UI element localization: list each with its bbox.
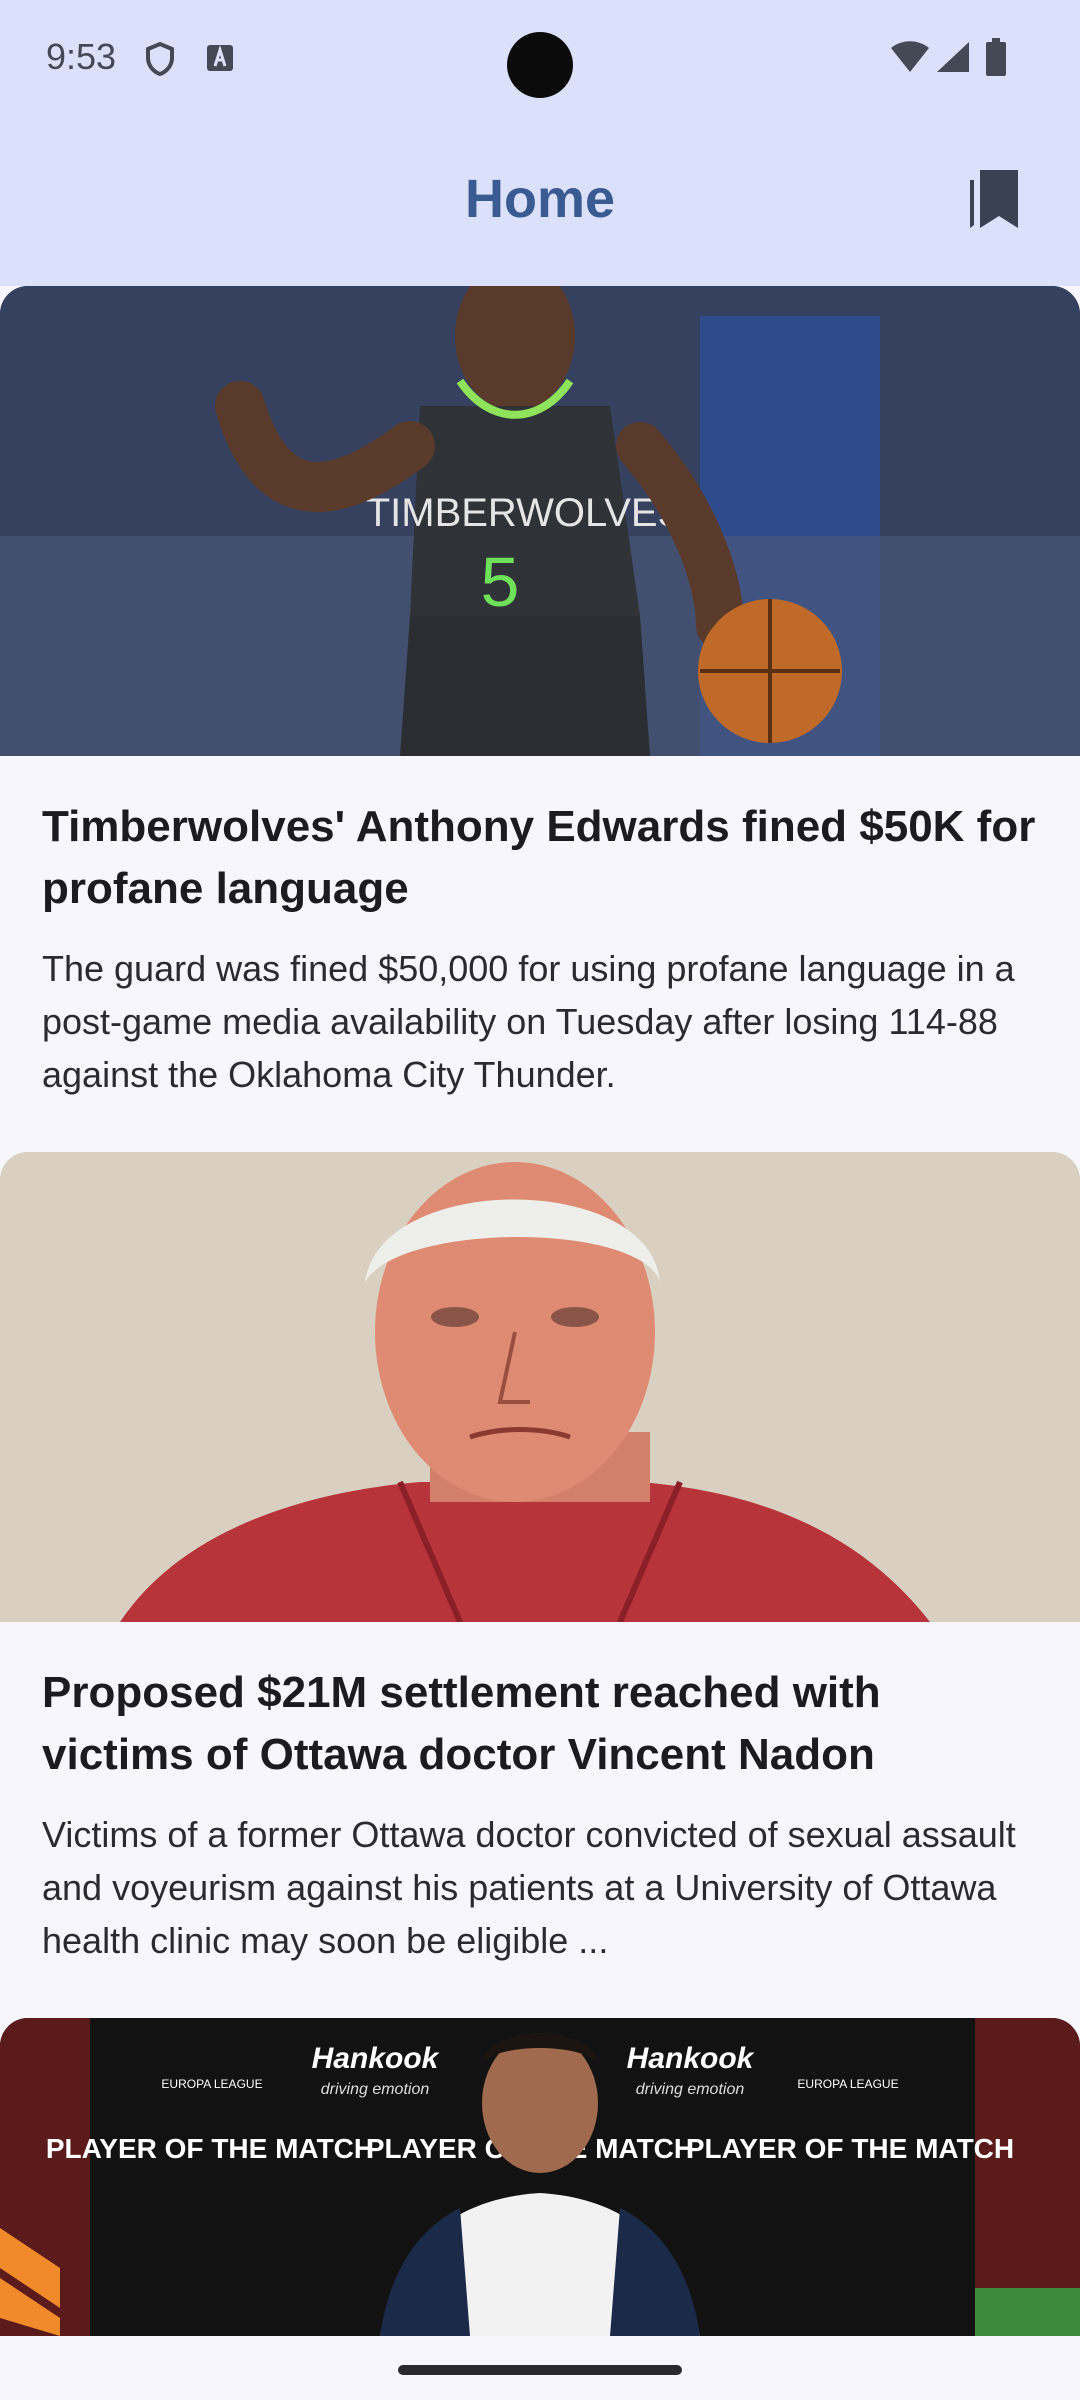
- app-top-bar: 9:53 Home: [0, 0, 1080, 286]
- svg-text:5: 5: [481, 543, 520, 621]
- article-card[interactable]: Hankook driving emotion Hankook driving …: [0, 2018, 1080, 2336]
- svg-text:TIMBERWOLVES: TIMBERWOLVES: [366, 491, 685, 535]
- article-headline[interactable]: Proposed $21M settlement reached with vi…: [42, 1662, 1038, 1786]
- article-image: TIMBERWOLVES 5: [0, 286, 1080, 756]
- svg-text:EUROPA LEAGUE: EUROPA LEAGUE: [797, 2077, 898, 2091]
- player-of-the-match-image: Hankook driving emotion Hankook driving …: [0, 2018, 1080, 2336]
- article-card[interactable]: TIMBERWOLVES 5 Timberwolves' Anthony Edw…: [0, 286, 1080, 1152]
- article-headline[interactable]: Timberwolves' Anthony Edwards fined $50K…: [42, 796, 1038, 920]
- basketball-player-image: TIMBERWOLVES 5: [0, 286, 1080, 756]
- svg-text:PLAYER OF THE MATCH: PLAYER OF THE MATCH: [686, 2133, 1014, 2164]
- camera-cutout: [507, 32, 573, 98]
- svg-text:Hankook: Hankook: [627, 2042, 755, 2075]
- svg-text:EUROPA LEAGUE: EUROPA LEAGUE: [161, 2077, 262, 2091]
- home-gesture-bar[interactable]: [398, 2365, 682, 2375]
- bookmarks-icon[interactable]: [964, 166, 1024, 232]
- cellular-signal-icon: [937, 42, 969, 72]
- article-image: [0, 1152, 1080, 1624]
- shield-icon: [146, 42, 174, 76]
- page-title: Home: [464, 169, 616, 229]
- wifi-icon: [891, 41, 929, 72]
- article-summary: Victims of a former Ottawa doctor convic…: [42, 1814, 1016, 1961]
- courtroom-sketch-image: [0, 1152, 1080, 1624]
- svg-text:PLAYER OF THE MATCH: PLAYER OF THE MATCH: [46, 2133, 374, 2164]
- article-image: Hankook driving emotion Hankook driving …: [0, 2018, 1080, 2336]
- article-card[interactable]: Proposed $21M settlement reached with vi…: [0, 1152, 1080, 2018]
- battery-icon: [986, 38, 1006, 76]
- svg-text:driving emotion: driving emotion: [636, 2081, 745, 2098]
- status-time: 9:53: [46, 36, 117, 77]
- text-icon: [207, 44, 233, 71]
- article-summary: The guard was fined $50,000 for using pr…: [42, 948, 1015, 1095]
- sponsor-logo: Hankook: [312, 2042, 440, 2075]
- svg-text:driving emotion: driving emotion: [321, 2081, 430, 2098]
